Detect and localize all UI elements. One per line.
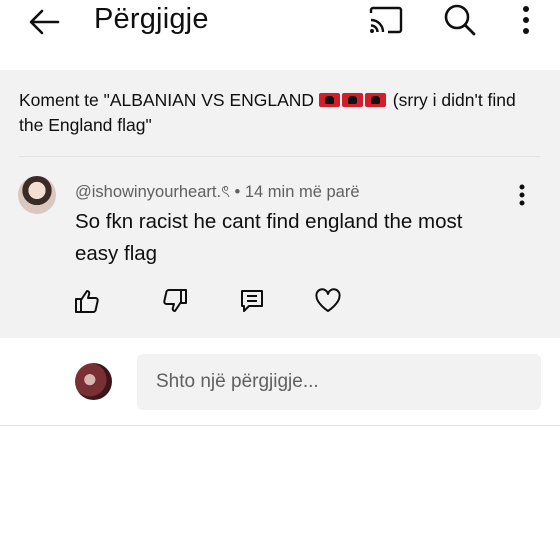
user-avatar <box>75 363 112 400</box>
comment-text: So fkn racist he cant find england the m… <box>75 210 463 265</box>
more-vertical-icon[interactable] <box>506 0 546 40</box>
divider <box>19 156 540 157</box>
albania-flag-icon <box>364 93 386 107</box>
heart-icon[interactable] <box>311 284 345 318</box>
reply-composer <box>0 338 560 426</box>
comment-meta: @ishowinyourheart.ৎ • 14 min më parë <box>75 179 360 206</box>
search-icon[interactable] <box>438 0 482 40</box>
reply-icon[interactable] <box>235 284 269 318</box>
albania-flag-icon <box>341 93 363 107</box>
commenter-avatar[interactable] <box>18 176 56 214</box>
meta-separator: • <box>234 183 241 201</box>
cast-icon[interactable] <box>364 0 408 40</box>
like-icon[interactable] <box>70 284 104 318</box>
reply-input[interactable] <box>137 354 541 410</box>
comment-time: 14 min më parë <box>244 183 360 201</box>
comment-more-icon[interactable] <box>508 181 536 209</box>
dislike-icon[interactable] <box>158 284 192 318</box>
context-line: Koment te "ALBANIAN VS ENGLAND (srry i d… <box>19 88 544 138</box>
albania-flag-icon <box>318 93 340 107</box>
comment-author[interactable]: @ishowinyourheart.ৎ <box>75 183 230 201</box>
context-prefix: Koment te "ALBANIAN VS ENGLAND <box>19 90 319 110</box>
page-title: Përgjigje <box>94 3 209 35</box>
back-arrow-icon[interactable] <box>22 2 66 42</box>
top-app-bar: Përgjigje <box>0 0 560 70</box>
comment-panel: Koment te "ALBANIAN VS ENGLAND (srry i d… <box>0 70 560 338</box>
